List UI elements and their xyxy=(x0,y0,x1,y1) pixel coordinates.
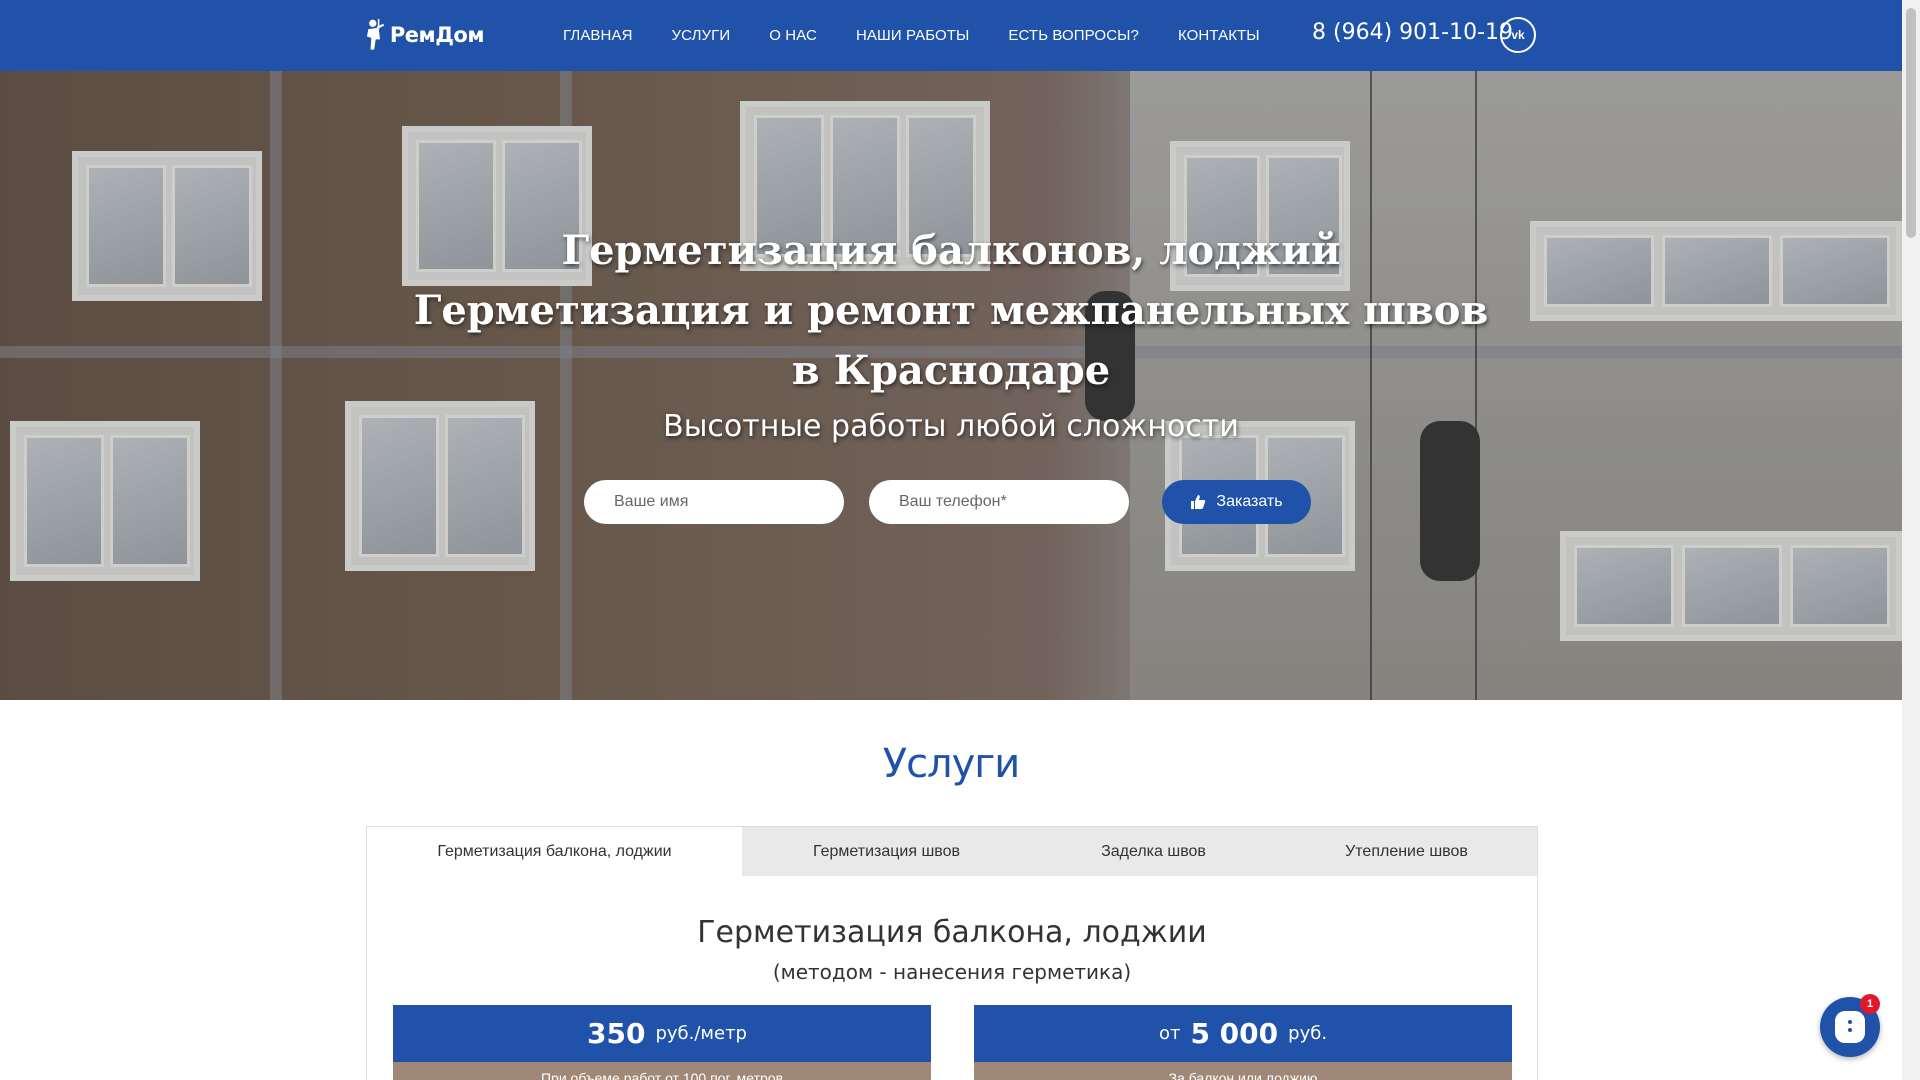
services-tabs: Герметизация балкона, лоджии Герметизаци… xyxy=(366,826,1538,1080)
scrollbar-thumb[interactable] xyxy=(1906,8,1916,238)
tab-seam-filling[interactable]: Заделка швов xyxy=(1031,827,1276,876)
nav-questions[interactable]: ЕСТЬ ВОПРОСЫ? xyxy=(1008,27,1139,44)
tab-content-title: Герметизация балкона, лоджии xyxy=(697,915,1207,950)
chat-dots-icon xyxy=(1848,1020,1852,1032)
tab-seam-insulation[interactable]: Утепление швов xyxy=(1276,827,1537,876)
tab-content-subtitle: (методом - нанесения герметика) xyxy=(772,960,1132,984)
price-unit: руб./метр xyxy=(655,1023,747,1044)
tab-seam-sealing[interactable]: Герметизация швов xyxy=(742,827,1031,876)
price-note: При объеме работ от 100 пог. метров xyxy=(393,1062,931,1080)
hero-title-line-3: в Краснодаре xyxy=(791,347,1111,394)
price-card-header: 350 руб./метр xyxy=(393,1005,931,1062)
price-prefix: от xyxy=(1158,1023,1181,1044)
hero-title-line-1: Герметизация балконов, лоджий xyxy=(561,227,1341,274)
hero-banner: Герметизация балконов, лоджий Герметизац… xyxy=(0,71,1902,700)
thumbs-up-icon xyxy=(1191,495,1206,509)
logo[interactable]: РемДом xyxy=(364,10,485,60)
nav-services[interactable]: УСЛУГИ xyxy=(672,27,731,44)
hero-title-line-2: Герметизация и ремонт межпанельных швов xyxy=(413,287,1489,334)
services-title: Услуги xyxy=(882,741,1021,787)
nav-contacts[interactable]: КОНТАКТЫ xyxy=(1178,27,1260,44)
price-card: 350 руб./метр При объеме работ от 100 по… xyxy=(393,1005,931,1080)
price-note: За балкон или лоджию xyxy=(974,1062,1512,1080)
order-button[interactable]: Заказать xyxy=(1162,480,1311,524)
hero-subtitle: Высотные работы любой сложности xyxy=(663,409,1239,444)
tab-bar: Герметизация балкона, лоджии Герметизаци… xyxy=(367,827,1537,876)
nav-about[interactable]: О НАС xyxy=(769,27,817,44)
main-nav: ГЛАВНАЯ УСЛУГИ О НАС НАШИ РАБОТЫ ЕСТЬ ВО… xyxy=(563,0,1299,71)
price-unit: руб. xyxy=(1288,1023,1328,1044)
order-button-label: Заказать xyxy=(1216,493,1283,510)
price-card: от 5 000 руб. За балкон или лоджию xyxy=(974,1005,1512,1080)
site-header: РемДом ГЛАВНАЯ УСЛУГИ О НАС НАШИ РАБОТЫ … xyxy=(0,0,1902,71)
vk-icon[interactable]: vk xyxy=(1500,17,1536,53)
price-amount: 5 000 xyxy=(1190,1017,1279,1050)
climber-logo-icon xyxy=(366,18,385,50)
tab-balcony[interactable]: Герметизация балкона, лоджии xyxy=(367,827,742,876)
name-input[interactable] xyxy=(584,480,844,524)
nav-home[interactable]: ГЛАВНАЯ xyxy=(563,27,633,44)
price-amount: 350 xyxy=(587,1017,646,1050)
header-phone[interactable]: 8 (964) 901-10-19 xyxy=(1312,20,1513,45)
phone-input[interactable] xyxy=(869,480,1129,524)
chat-icon xyxy=(1835,1011,1865,1043)
price-card-header: от 5 000 руб. xyxy=(974,1005,1512,1062)
nav-works[interactable]: НАШИ РАБОТЫ xyxy=(856,27,969,44)
chat-notification-badge: 1 xyxy=(1860,994,1880,1014)
page-scrollbar[interactable] xyxy=(1902,0,1920,1080)
logo-text: РемДом xyxy=(389,23,485,47)
